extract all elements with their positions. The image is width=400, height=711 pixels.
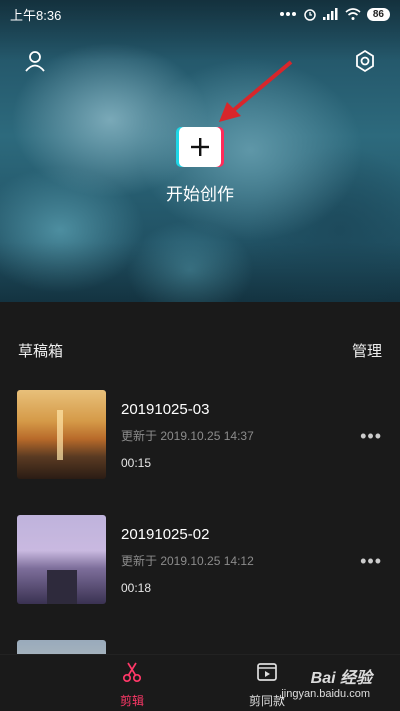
signal-icon [322,8,338,20]
watermark-logo: Bai 经验 [310,670,372,687]
draft-item[interactable]: 20191025-02 更新于 2019.10.25 14:12 00:18 •… [0,515,400,615]
settings-icon[interactable] [352,48,378,74]
plus-icon [191,138,209,156]
status-bar: 上午8:36 86 [0,0,400,28]
nav-edit[interactable]: 剪辑 [82,661,182,709]
alarm-icon [304,9,316,21]
drafts-title: 草稿箱 [18,343,64,360]
more-options-icon[interactable]: ••• [360,426,382,447]
draft-item[interactable] [0,640,400,654]
draft-thumbnail [17,515,106,604]
status-icons: 86 [279,7,390,21]
profile-icon[interactable] [22,48,48,74]
drafts-header: 草稿箱 管理 [0,302,400,390]
draft-thumbnail [17,640,106,654]
watermark-url: jingyan.baidu.com [281,688,370,700]
notification-dots-icon [279,12,296,16]
film-clip-icon [257,663,277,681]
nav-edit-label: 剪辑 [119,694,144,708]
draft-thumbnail [17,390,106,479]
draft-item[interactable]: 20191025-03 更新于 2019.10.25 14:37 00:15 •… [0,390,400,490]
wifi-icon [345,8,361,20]
draft-updated: 更新于 2019.10.25 14:37 [121,429,254,443]
annotation-arrow-icon [219,60,293,122]
draft-updated: 更新于 2019.10.25 14:12 [121,554,254,568]
more-options-icon[interactable]: ••• [360,551,382,572]
nav-template[interactable]: 剪同款 [217,661,317,709]
battery-level: 86 [366,7,390,21]
draft-name: 20191025-03 [121,401,210,418]
draft-name: 20191025-02 [121,526,210,543]
draft-duration: 00:15 [121,456,152,470]
draft-duration: 00:18 [121,581,152,595]
scissors-icon [122,662,142,683]
start-create-label[interactable]: 开始创作 [0,180,400,205]
manage-button[interactable]: 管理 [352,340,382,361]
start-create-button[interactable] [179,127,221,167]
status-time: 上午8:36 [10,7,62,23]
